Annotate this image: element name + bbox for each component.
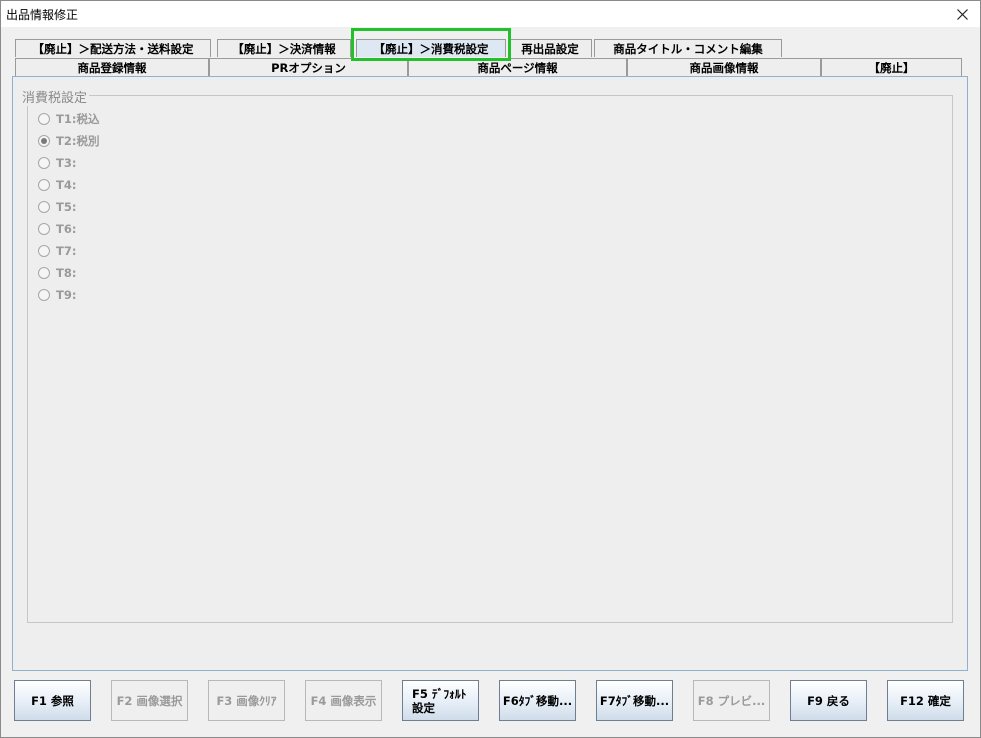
- radio-t8[interactable]: T8:: [38, 265, 76, 281]
- f1-reference-button[interactable]: F1 参照: [14, 680, 91, 721]
- tax-settings-group: [27, 95, 953, 623]
- f5-label-line1: F5 ﾃﾞﾌｫﾙﾄ: [412, 686, 467, 701]
- f12-confirm-button[interactable]: F12 確定: [887, 680, 964, 721]
- tab-product-page-info[interactable]: 商品ページ情報: [408, 58, 627, 76]
- radio-label: T8:: [56, 266, 77, 280]
- radio-circle-icon: [38, 201, 50, 213]
- tab-pr-options[interactable]: PRオプション: [209, 58, 408, 76]
- tab-shipping-settings[interactable]: 【廃止】＞配送方法・送料設定: [15, 39, 211, 57]
- f2-image-select-button[interactable]: F2 画像選択: [111, 680, 188, 721]
- radio-selected-icon: [38, 135, 50, 147]
- f8-preview-button[interactable]: F8 プレビ...: [693, 680, 770, 721]
- radio-t4[interactable]: T4:: [38, 177, 76, 193]
- radio-t2[interactable]: T2:税別: [38, 133, 99, 149]
- radio-label: T6:: [56, 222, 77, 236]
- f7-tab-move-button[interactable]: F7ﾀﾌﾞ移動...: [596, 680, 673, 721]
- radio-circle-icon: [38, 179, 50, 191]
- tax-settings-group-title: 消費税設定: [20, 87, 90, 106]
- f5-default-settings-button[interactable]: F5 ﾃﾞﾌｫﾙﾄ 設定: [402, 680, 479, 721]
- radio-t5[interactable]: T5:: [38, 199, 76, 215]
- radio-t9[interactable]: T9:: [38, 287, 76, 303]
- radio-t7[interactable]: T7:: [38, 243, 76, 259]
- radio-circle-icon: [38, 289, 50, 301]
- radio-label: T3:: [56, 156, 77, 170]
- f4-image-display-button[interactable]: F4 画像表示: [305, 680, 382, 721]
- radio-label: T5:: [56, 200, 77, 214]
- radio-t6[interactable]: T6:: [38, 221, 76, 237]
- f3-image-clear-button[interactable]: F3 画像ｸﾘｱ: [208, 680, 285, 721]
- tab-product-registration[interactable]: 商品登録情報: [15, 58, 209, 76]
- tab-relist-settings[interactable]: 再出品設定: [508, 39, 592, 57]
- radio-circle-icon: [38, 223, 50, 235]
- radio-label: T4:: [56, 178, 77, 192]
- radio-label: T2:税別: [56, 134, 100, 148]
- tab-consumption-tax[interactable]: 【廃止】＞消費税設定: [356, 39, 506, 57]
- radio-label: T7:: [56, 244, 77, 258]
- tab-title-comment-edit[interactable]: 商品タイトル・コメント編集: [594, 39, 782, 57]
- radio-label: T9:: [56, 288, 77, 302]
- f9-back-button[interactable]: F9 戻る: [790, 680, 867, 721]
- radio-circle-icon: [38, 157, 50, 169]
- radio-t3[interactable]: T3:: [38, 155, 76, 171]
- tab-deprecated[interactable]: 【廃止】: [821, 58, 962, 76]
- tab-payment-info[interactable]: 【廃止】＞決済情報: [217, 39, 351, 57]
- close-icon: [956, 8, 968, 20]
- f5-label: F5 ﾃﾞﾌｫﾙﾄ 設定: [412, 687, 466, 715]
- radio-circle-icon: [38, 267, 50, 279]
- radio-circle-icon: [38, 245, 50, 257]
- tab-product-image-info[interactable]: 商品画像情報: [627, 58, 821, 76]
- close-button[interactable]: [944, 1, 980, 27]
- radio-t1[interactable]: T1:税込: [38, 111, 99, 127]
- f6-tab-move-button[interactable]: F6ﾀﾌﾞ移動...: [499, 680, 576, 721]
- tab-content-panel: [12, 76, 968, 671]
- radio-circle-icon: [38, 113, 50, 125]
- f5-label-line2: 設定: [412, 700, 435, 715]
- radio-label: T1:税込: [56, 112, 100, 126]
- title-bar: 出品情報修正: [1, 1, 980, 27]
- window-title: 出品情報修正: [6, 8, 79, 22]
- app-window: 出品情報修正 【廃止】＞配送方法・送料設定 【廃止】＞決済情報 【廃止】＞消費税…: [0, 0, 981, 738]
